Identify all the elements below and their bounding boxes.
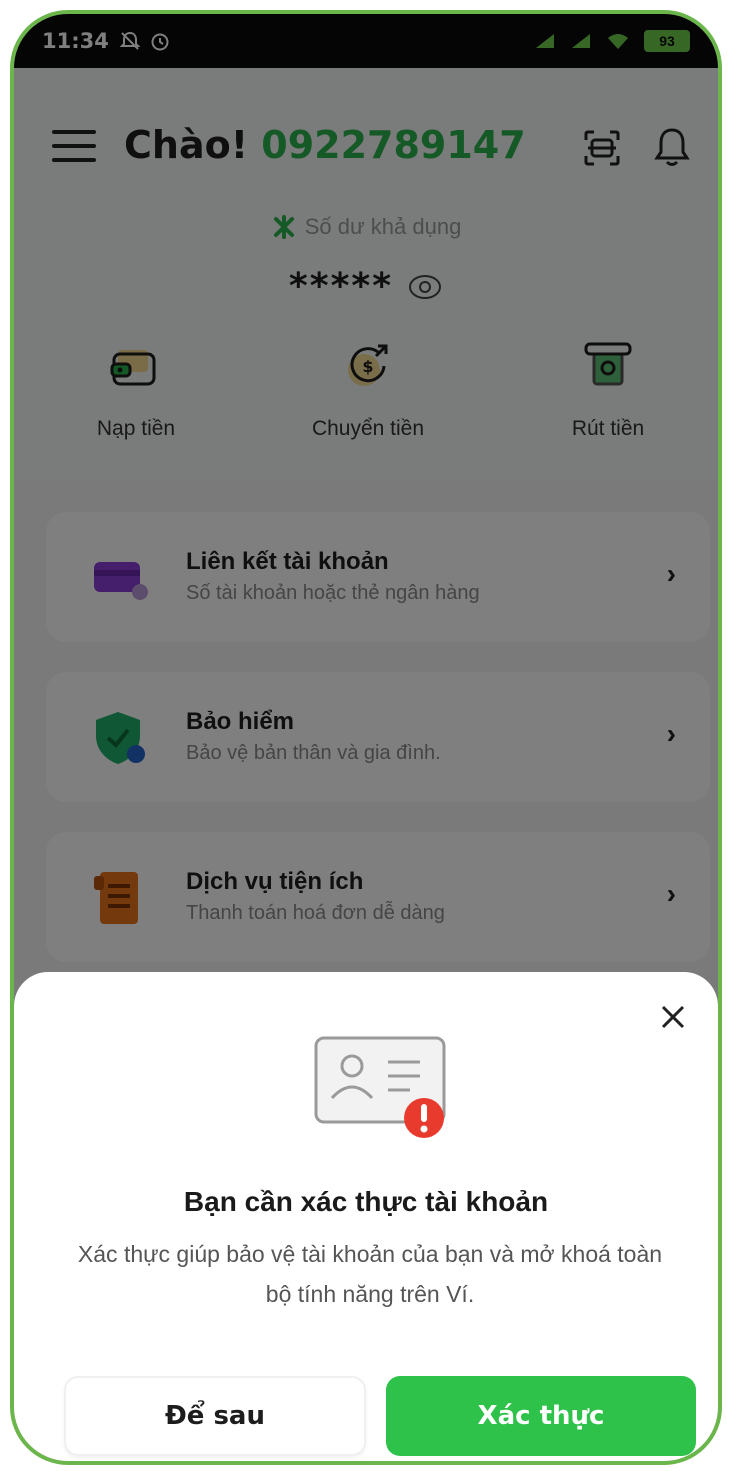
close-icon[interactable] — [658, 1002, 688, 1032]
sheet-description: Xác thực giúp bảo vệ tài khoản của bạn v… — [77, 1241, 663, 1307]
sheet-title: Bạn cần xác thực tài khoản — [183, 1186, 549, 1217]
verify-account-sheet: Bạn cần xác thực tài khoản Xác thực giúp… — [14, 972, 718, 1461]
verify-button[interactable]: Xác thực — [386, 1376, 696, 1456]
later-button[interactable]: Để sau — [64, 1376, 366, 1456]
phone-screen: 11:34 93 — [10, 10, 722, 1465]
id-card-alert-icon — [314, 1036, 446, 1138]
